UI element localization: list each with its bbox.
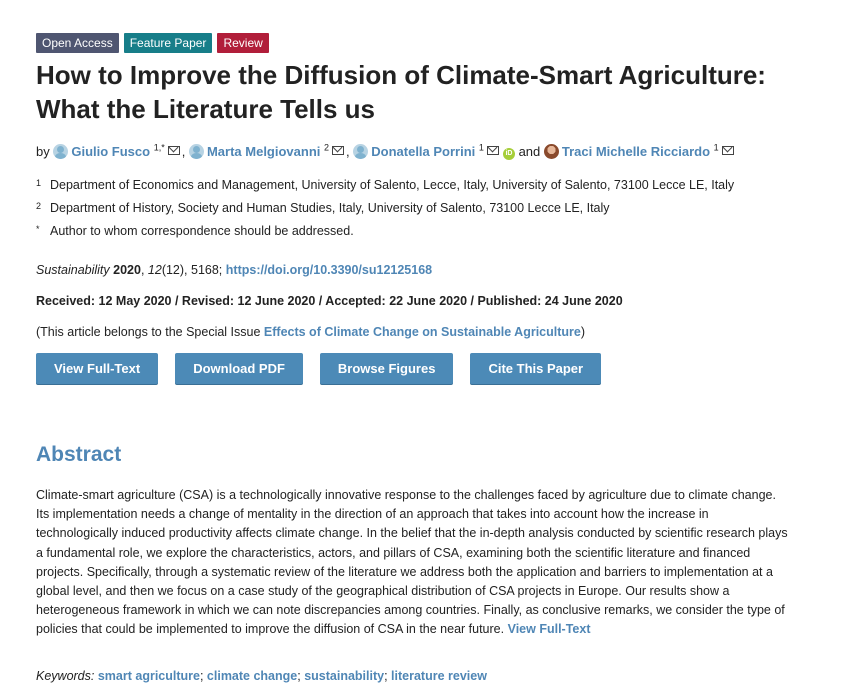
author-name[interactable]: Traci Michelle Ricciardo xyxy=(562,144,710,159)
author-list: by Giulio Fusco 1,*, Marta Melgiovanni 2… xyxy=(36,142,736,160)
download-pdf-button[interactable]: Download PDF xyxy=(175,353,303,384)
keyword-link[interactable]: literature review xyxy=(391,669,487,683)
orcid-icon[interactable]: iD xyxy=(502,148,515,160)
journal-name: Sustainability xyxy=(36,263,110,277)
person-icon xyxy=(53,144,69,159)
author-name[interactable]: Donatella Porrini xyxy=(371,144,475,159)
citation-volume: 12 xyxy=(147,263,162,277)
mail-icon[interactable] xyxy=(486,146,499,155)
special-issue-link[interactable]: Effects of Climate Change on Sustainable… xyxy=(264,325,581,339)
abstract-body: Climate-smart agriculture (CSA) is a tec… xyxy=(36,488,788,637)
cite-paper-button[interactable]: Cite This Paper xyxy=(470,353,602,384)
author-sup: 1,* xyxy=(153,142,165,153)
by-label: by xyxy=(36,144,50,159)
correspondence-note: * Author to whom correspondence should be… xyxy=(36,224,354,238)
keyword-link[interactable]: sustainability xyxy=(304,669,384,683)
keywords-label: Keywords: xyxy=(36,669,95,683)
mail-icon[interactable] xyxy=(332,146,345,155)
citation-line: Sustainability 2020, 12(12), 5168; https… xyxy=(36,263,433,277)
feature-paper-badge[interactable]: Feature Paper xyxy=(123,33,213,53)
affiliation-text: Department of Economics and Management, … xyxy=(50,178,735,192)
author-name[interactable]: Marta Melgiovanni xyxy=(207,144,320,159)
keyword-link[interactable]: climate change xyxy=(207,669,297,683)
mail-icon[interactable] xyxy=(167,146,180,155)
affiliation-number: 1 xyxy=(36,178,42,188)
affiliation-1: 1 Department of Economics and Management,… xyxy=(36,178,734,192)
affiliation-number: * xyxy=(36,224,40,234)
author-sup: 1 xyxy=(713,142,719,153)
affiliation-number: 2 xyxy=(36,201,42,211)
citation-issue-pages: (12), 5168; xyxy=(161,263,223,277)
special-issue-suffix: ) xyxy=(580,325,586,339)
view-full-text-button[interactable]: View Full-Text xyxy=(36,353,159,384)
author-sup: 2 xyxy=(324,142,330,153)
author-giulio-fusco[interactable]: Giulio Fusco xyxy=(53,144,150,159)
doi-link[interactable]: https://doi.org/10.3390/su12125168 xyxy=(226,263,432,277)
badge-row: Open Access Feature Paper Review xyxy=(36,33,269,53)
author-marta-melgiovanni[interactable]: Marta Melgiovanni xyxy=(188,144,320,159)
abstract-full-text-link[interactable]: View Full-Text xyxy=(508,622,591,636)
keywords-line: Keywords: smart agriculture; climate cha… xyxy=(36,669,487,683)
author-traci-michelle-ricciardo[interactable]: Traci Michelle Ricciardo xyxy=(543,144,710,159)
publication-dates: Received: 12 May 2020 / Revised: 12 June… xyxy=(36,294,623,308)
affiliation-2: 2 Department of History, Society and Huma… xyxy=(36,201,610,215)
abstract-heading: Abstract xyxy=(36,443,122,466)
review-badge[interactable]: Review xyxy=(217,33,269,53)
person-icon xyxy=(188,144,204,159)
open-access-badge[interactable]: Open Access xyxy=(36,33,119,53)
person-icon xyxy=(353,144,369,159)
abstract-text: Climate-smart agriculture (CSA) is a tec… xyxy=(36,486,791,640)
author-photo-icon xyxy=(543,144,559,159)
author-donatella-porrini[interactable]: Donatella Porrini xyxy=(353,144,475,159)
special-issue-prefix: (This article belongs to the Special Iss… xyxy=(36,325,264,339)
special-issue-note: (This article belongs to the Special Iss… xyxy=(36,325,585,339)
citation-year: 2020 xyxy=(113,263,141,277)
affiliation-text: Author to whom correspondence should be … xyxy=(50,224,354,238)
mail-icon[interactable] xyxy=(721,146,734,155)
and-label: and xyxy=(518,144,541,159)
article-title: How to Improve the Diffusion of Climate-… xyxy=(36,60,766,124)
author-name[interactable]: Giulio Fusco xyxy=(71,144,150,159)
browse-figures-button[interactable]: Browse Figures xyxy=(319,353,454,384)
author-sup: 1 xyxy=(478,142,484,153)
keyword-link[interactable]: smart agriculture xyxy=(98,669,200,683)
action-buttons: View Full-Text Download PDF Browse Figur… xyxy=(36,353,602,384)
affiliation-text: Department of History, Society and Human… xyxy=(50,201,610,215)
